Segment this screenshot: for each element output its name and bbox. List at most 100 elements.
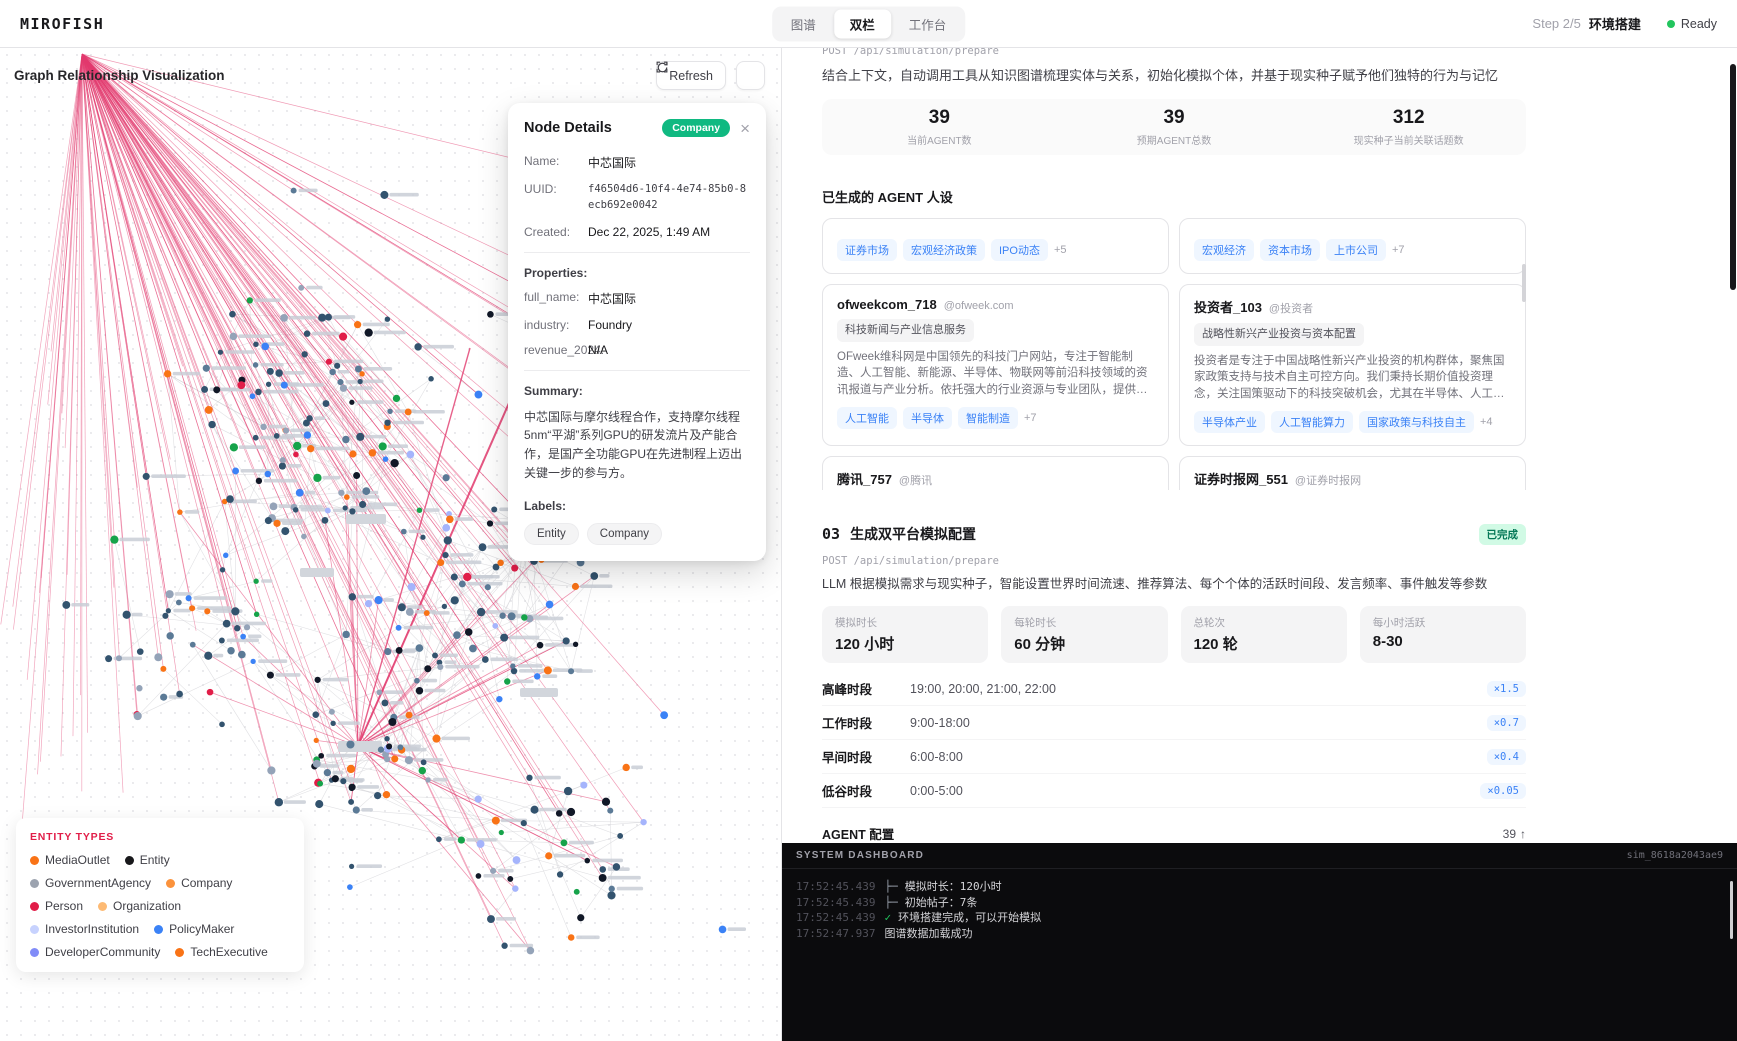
config-stat: 每小时活跃 8-30 bbox=[1360, 606, 1526, 663]
status-complete-badge: 已完成 bbox=[1479, 524, 1527, 545]
status-text: Ready bbox=[1681, 17, 1717, 31]
detail-row: UUID: f46504d6-10f4-4e74-85b0-8ecb692e00… bbox=[524, 182, 750, 214]
section3-description: LLM 根据模拟需求与现实种子，智能设置世界时间流速、推荐算法、每个个体的活跃时… bbox=[822, 575, 1526, 594]
page-scrollbar[interactable] bbox=[1730, 64, 1736, 290]
legend-item: Organization bbox=[98, 899, 181, 913]
time-period-label: 低谷时段 bbox=[822, 781, 910, 800]
top-bar: MIROFISH 图谱 双栏 工作台 Step 2/5 环境搭建 Ready bbox=[0, 0, 1737, 48]
legend-label: InvestorInstitution bbox=[45, 922, 139, 936]
agent-role-tag: 科技新闻与产业信息服务 bbox=[837, 319, 974, 342]
log-line: 17:52:45.439 ├─ 初始帖子：7条 bbox=[796, 895, 1723, 911]
stat: 312 现实种子当前关联话题数 bbox=[1291, 107, 1526, 147]
log-timestamp: 17:52:45.439 bbox=[796, 879, 875, 895]
terminal-log: 17:52:45.439 ├─ 模拟时长：120小时 17:52:45.439 … bbox=[782, 869, 1737, 951]
close-icon[interactable]: × bbox=[740, 120, 750, 137]
log-text: 环境搭建完成，可以开始模拟 bbox=[898, 910, 1041, 926]
log-line: 17:52:45.439 ✓ 环境搭建完成，可以开始模拟 bbox=[796, 910, 1723, 926]
time-period-value: 6:00-8:00 bbox=[910, 750, 963, 764]
terminal-scrollbar[interactable] bbox=[1730, 881, 1733, 939]
agent-tag: 宏观经济政策 bbox=[903, 239, 985, 261]
time-period-label: 工作时段 bbox=[822, 713, 910, 732]
agent-card: 腾讯_757 @腾讯 互联网科技公司，提供社交平台、数字内容、金融科技、云计算与… bbox=[822, 456, 1169, 490]
config-stat-value: 60 分钟 bbox=[1014, 633, 1154, 654]
config-stat: 总轮次 120 轮 bbox=[1181, 606, 1347, 663]
time-period-value: 9:00-18:00 bbox=[910, 716, 970, 730]
agent-tag: 半导体产业 bbox=[1194, 411, 1265, 433]
time-period-row: 工作时段 9:00-18:00 ×0.7 bbox=[822, 706, 1526, 740]
agent-config-count: 39 bbox=[1503, 827, 1516, 841]
agent-card: 宏观经济资本市场上市公司+7 bbox=[1179, 218, 1526, 274]
graph-panel: Graph Relationship Visualization Refresh… bbox=[0, 48, 782, 1041]
agent-name: 腾讯_757 bbox=[837, 469, 892, 488]
log-timestamp: 17:52:45.439 bbox=[796, 895, 875, 911]
config-stat-label: 总轮次 bbox=[1194, 615, 1334, 630]
stat-label: 预期AGENT总数 bbox=[1057, 132, 1292, 147]
agent-name: 证券时报网_551 bbox=[1194, 469, 1288, 488]
api-endpoint: POST /api/simulation/prepare bbox=[822, 555, 1526, 567]
agent-tags: 半导体产业人工智能算力国家政策与科技自主+4 bbox=[1194, 411, 1511, 433]
multiplier-badge: ×0.4 bbox=[1487, 749, 1526, 765]
entity-color-dot bbox=[30, 948, 39, 957]
agent-handle: @腾讯 bbox=[899, 472, 932, 488]
config-stat-value: 120 轮 bbox=[1194, 633, 1334, 654]
view-tab[interactable]: 双栏 bbox=[834, 9, 891, 38]
more-tags-count: +5 bbox=[1054, 244, 1067, 256]
agent-tag: 上市公司 bbox=[1326, 239, 1386, 261]
log-text: 图谱数据加载成功 bbox=[884, 926, 972, 942]
view-tab[interactable]: 工作台 bbox=[893, 9, 963, 38]
agent-tag: 半导体 bbox=[903, 407, 952, 429]
config-stat: 模拟时长 120 小时 bbox=[822, 606, 988, 663]
session-id: sim_8618a2043ae9 bbox=[1627, 850, 1723, 861]
status-dot-icon bbox=[1667, 20, 1675, 28]
legend-item: MediaOutlet bbox=[30, 853, 110, 867]
cards-scrollbar[interactable] bbox=[1522, 264, 1526, 302]
entity-color-dot bbox=[175, 948, 184, 957]
summary-title: Summary: bbox=[524, 384, 750, 398]
config-stat: 每轮时长 60 分钟 bbox=[1001, 606, 1167, 663]
log-text: 初始帖子：7条 bbox=[905, 895, 978, 911]
log-timestamp: 17:52:47.937 bbox=[796, 926, 875, 942]
refresh-label: Refresh bbox=[669, 69, 713, 83]
entity-color-dot bbox=[30, 902, 39, 911]
legend-label: Person bbox=[45, 899, 83, 913]
agent-handle: @证券时报网 bbox=[1295, 472, 1361, 488]
detail-row: Created: Dec 22, 2025, 1:49 AM bbox=[524, 225, 750, 239]
agent-handle: @ofweek.com bbox=[944, 300, 1014, 312]
legend-label: GovernmentAgency bbox=[45, 876, 151, 890]
legend-item: InvestorInstitution bbox=[30, 922, 139, 936]
entity-color-dot bbox=[30, 856, 39, 865]
legend-item: GovernmentAgency bbox=[30, 876, 151, 890]
agent-tag: IPO动态 bbox=[991, 239, 1048, 261]
agent-tag: 人工智能算力 bbox=[1271, 411, 1353, 433]
section2-description: 结合上下文，自动调用工具从知识图谱梳理实体与关系，初始化模拟个体，并基于现实种子… bbox=[822, 66, 1526, 86]
node-summary: 中芯国际与摩尔线程合作，支持摩尔线程5nm“平湖”系列GPU的研发流片及产能合作… bbox=[524, 408, 750, 484]
agent-tag: 证券市场 bbox=[837, 239, 897, 261]
view-tab[interactable]: 图谱 bbox=[775, 9, 832, 38]
agent-description: 投资者是专注于中国战略性新兴产业投资的机构群体，聚焦国家政策支持与技术自主可控方… bbox=[1194, 353, 1511, 403]
labels-title: Labels: bbox=[524, 499, 750, 513]
agent-cards-list[interactable]: 证券市场宏观经济政策IPO动态+5 宏观经济资本市场上市公司+7 ofw bbox=[822, 218, 1526, 490]
agent-tags: 人工智能半导体智能制造+7 bbox=[837, 407, 1154, 429]
agent-tag: 人工智能 bbox=[837, 407, 897, 429]
legend-label: PolicyMaker bbox=[169, 922, 234, 936]
agent-name: ofweekcom_718 bbox=[837, 297, 937, 312]
label-pill: Company bbox=[587, 523, 662, 545]
entity-color-dot bbox=[125, 856, 134, 865]
api-endpoint: POST /api/simulation/prepare bbox=[822, 48, 1526, 57]
agent-card: 证券市场宏观经济政策 IPO动态 +5 bbox=[822, 218, 1169, 274]
stat-value: 39 bbox=[822, 107, 1057, 129]
config-stat-label: 模拟时长 bbox=[835, 615, 975, 630]
status-indicator: Ready bbox=[1667, 17, 1717, 31]
node-type-badge: Company bbox=[662, 119, 730, 137]
graph-title: Graph Relationship Visualization bbox=[14, 68, 225, 83]
agent-stats: 39 当前AGENT数 39 预期AGENT总数 312 现实种子当前关联话题数 bbox=[822, 99, 1526, 155]
detail-row: Name: 中芯国际 bbox=[524, 154, 750, 171]
entity-color-dot bbox=[166, 879, 175, 888]
fullscreen-button[interactable] bbox=[736, 61, 765, 90]
app-logo: MIROFISH bbox=[20, 15, 104, 33]
agent-card: ofweekcom_718 @ofweek.com 科技新闻与产业信息服务 OF… bbox=[822, 284, 1169, 446]
agent-handle: @投资者 bbox=[1269, 300, 1313, 316]
agents-section-title: 已生成的 AGENT 人设 bbox=[822, 187, 1526, 206]
agent-config-row: AGENT 配置 39 ↑ bbox=[822, 824, 1526, 843]
log-line: 17:52:47.937 图谱数据加载成功 bbox=[796, 926, 1723, 942]
